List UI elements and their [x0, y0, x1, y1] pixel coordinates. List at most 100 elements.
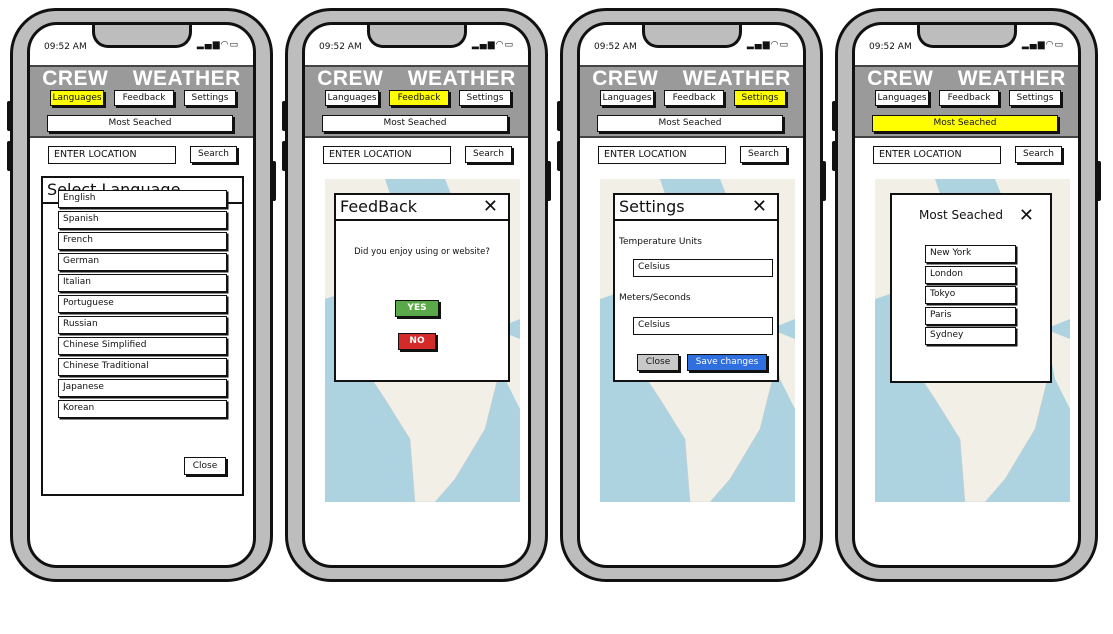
side-button [557, 141, 562, 171]
most-searched-item[interactable]: Tokyo [925, 286, 1016, 304]
brand-title: CREW WEATHER [867, 67, 1066, 90]
status-icons: ▂▄▆◠▭ [197, 40, 239, 50]
language-item[interactable]: Chinese Traditional [58, 358, 227, 376]
tab-languages[interactable]: Languages [600, 90, 654, 106]
tab-settings[interactable]: Settings [459, 90, 511, 106]
tab-settings[interactable]: Settings [734, 90, 786, 106]
side-button [832, 141, 837, 171]
notch [917, 25, 1017, 48]
location-input[interactable]: ENTER LOCATION [873, 146, 1001, 164]
status-icons: ▂▄▆◠▭ [1022, 40, 1064, 50]
tab-feedback[interactable]: Feedback [114, 90, 174, 106]
phone-settings: Settings ✕ Temperature Units Celsius Mete… [557, 8, 826, 582]
most-searched-button[interactable]: Most Seached [322, 115, 508, 132]
notch [642, 25, 742, 48]
side-button [1096, 161, 1101, 201]
no-button[interactable]: NO [398, 333, 436, 350]
tab-languages[interactable]: Languages [50, 90, 104, 106]
brand-title: CREW WEATHER [592, 67, 791, 90]
language-item[interactable]: French [58, 232, 227, 250]
language-item[interactable]: Portuguese [58, 295, 227, 313]
screen: Select Language EnglishSpanishFrenchGerm… [27, 22, 256, 568]
most-searched-button[interactable]: Most Seached [47, 115, 233, 132]
search-button[interactable]: Search [1015, 146, 1062, 163]
status-time: 09:52 AM [319, 42, 362, 52]
signal-icon: ▂▄▆ [1021, 40, 1046, 50]
side-button [546, 161, 551, 201]
phone-languages: Select Language EnglishSpanishFrenchGerm… [7, 8, 276, 582]
tab-feedback[interactable]: Feedback [664, 90, 724, 106]
yes-button[interactable]: YES [395, 300, 439, 317]
status-icons: ▂▄▆◠▭ [472, 40, 514, 50]
search-button[interactable]: Search [465, 146, 512, 163]
most-searched-button[interactable]: Most Seached [597, 115, 783, 132]
tab-settings[interactable]: Settings [184, 90, 236, 106]
side-button [282, 141, 287, 171]
phone-feedback: FeedBack ✕ Did you enjoy using or website… [282, 8, 551, 582]
phone-most-searched: Most Seached ✕ New York London Tokyo Paris S… [832, 8, 1101, 582]
close-icon[interactable]: ✕ [1019, 204, 1034, 228]
close-button[interactable]: Close [637, 354, 679, 371]
speed-select[interactable]: Celsius [633, 317, 773, 335]
close-icon[interactable]: ✕ [752, 195, 767, 219]
language-item[interactable]: Japanese [58, 379, 227, 397]
save-changes-button[interactable]: Save changes [687, 354, 767, 371]
side-button [832, 101, 837, 131]
most-searched-item[interactable]: New York [925, 245, 1016, 263]
modal-title: Most Seached [919, 208, 1004, 222]
app-header: CREW WEATHER Languages Feedback Settings Mos… [580, 65, 803, 138]
speed-label: Meters/Seconds [619, 293, 691, 303]
feedback-question: Did you enjoy using or website? [354, 247, 490, 257]
tab-feedback[interactable]: Feedback [389, 90, 449, 106]
language-item[interactable]: Russian [58, 316, 227, 334]
most-searched-item[interactable]: Paris [925, 306, 1016, 325]
language-item[interactable]: Korean [58, 400, 227, 418]
side-button [557, 101, 562, 131]
language-item[interactable]: Spanish [58, 211, 227, 229]
side-button [282, 101, 287, 131]
battery-icon: ▭ [1054, 40, 1064, 50]
screen: FeedBack ✕ Did you enjoy using or website… [302, 22, 531, 568]
language-item[interactable]: German [58, 253, 227, 271]
battery-icon: ▭ [504, 40, 514, 50]
status-time: 09:52 AM [44, 42, 87, 52]
temperature-select[interactable]: Celsius [633, 259, 773, 277]
most-searched-button[interactable]: Most Seached [872, 115, 1058, 132]
signal-icon: ▂▄▆ [471, 40, 496, 50]
modal-header: Settings ✕ [615, 195, 777, 221]
tab-settings[interactable]: Settings [1009, 90, 1061, 106]
location-input[interactable]: ENTER LOCATION [48, 146, 176, 164]
modal-title: FeedBack [340, 197, 418, 216]
tab-feedback[interactable]: Feedback [939, 90, 999, 106]
modal-header: FeedBack ✕ [336, 195, 508, 221]
notch [367, 25, 467, 48]
battery-icon: ▭ [229, 40, 239, 50]
temperature-label: Temperature Units [619, 237, 702, 247]
language-item[interactable]: Italian [58, 274, 227, 292]
tab-languages[interactable]: Languages [325, 90, 379, 106]
settings-modal: Settings ✕ Temperature Units Celsius Mete… [613, 193, 779, 382]
side-button [271, 161, 276, 201]
location-input[interactable]: ENTER LOCATION [598, 146, 726, 164]
language-item[interactable]: Chinese Simplified [58, 337, 227, 355]
status-time: 09:52 AM [594, 42, 637, 52]
search-button[interactable]: Search [740, 146, 787, 163]
most-searched-modal: Most Seached ✕ New York London Tokyo Paris S… [890, 193, 1052, 383]
signal-icon: ▂▄▆ [196, 40, 221, 50]
signal-icon: ▂▄▆ [746, 40, 771, 50]
brand-title: CREW WEATHER [317, 67, 516, 90]
close-icon[interactable]: ✕ [483, 195, 498, 219]
screen: Most Seached ✕ New York London Tokyo Paris S… [852, 22, 1081, 568]
location-input[interactable]: ENTER LOCATION [323, 146, 451, 164]
search-button[interactable]: Search [190, 146, 237, 163]
notch [92, 25, 192, 48]
most-searched-item[interactable]: Sydney [925, 327, 1016, 345]
tab-languages[interactable]: Languages [875, 90, 929, 106]
screen: Settings ✕ Temperature Units Celsius Mete… [577, 22, 806, 568]
close-button[interactable]: Close [184, 457, 226, 475]
side-button [7, 101, 12, 131]
most-searched-item[interactable]: London [925, 265, 1016, 284]
feedback-modal: FeedBack ✕ Did you enjoy using or website… [334, 193, 510, 382]
status-time: 09:52 AM [869, 42, 912, 52]
language-item[interactable]: English [58, 190, 227, 208]
